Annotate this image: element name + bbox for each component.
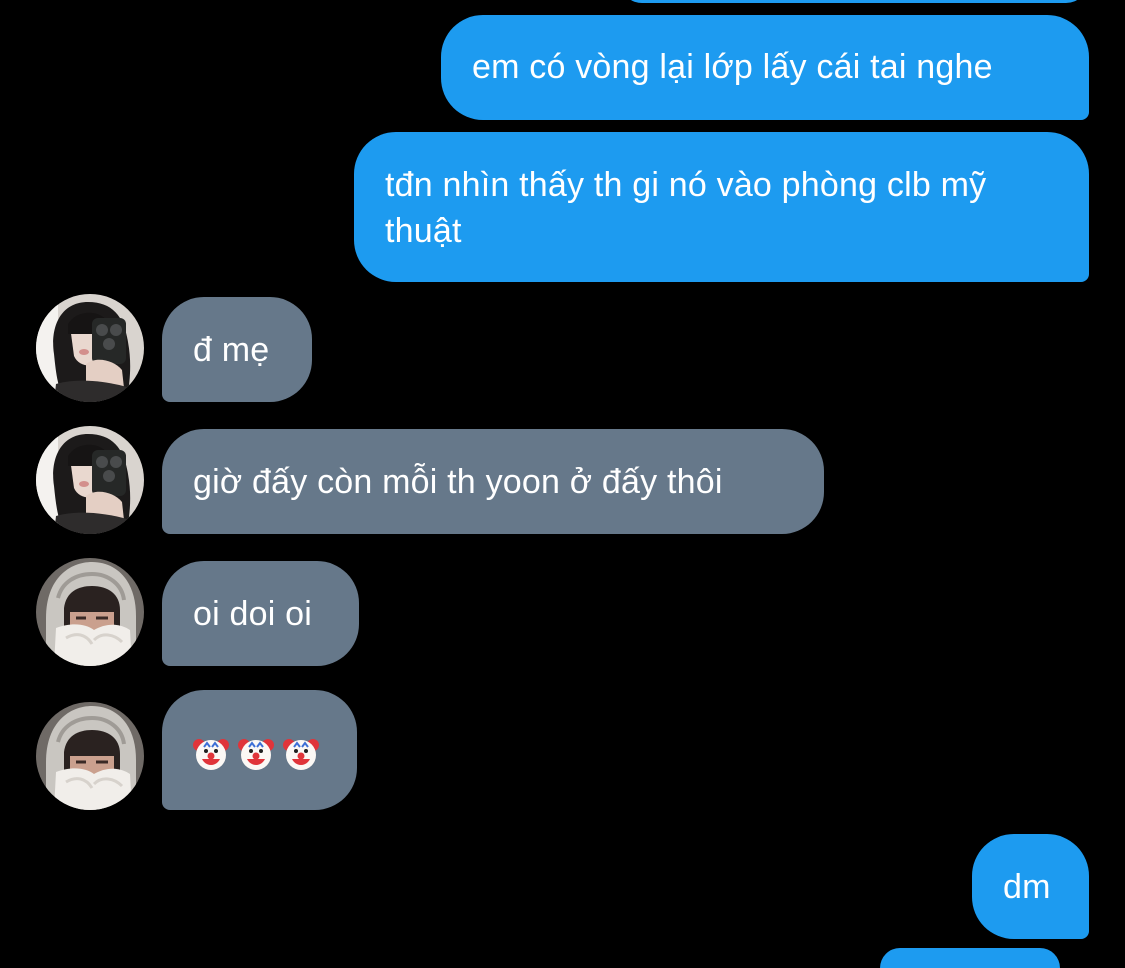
message-bubble-partial-bottom[interactable] <box>880 948 1060 968</box>
clown-face-icon <box>192 734 230 772</box>
avatar-girl-mirror-selfie[interactable] <box>36 426 144 534</box>
message-text: oi doi oi <box>193 595 312 633</box>
message-text: giờ đấy còn mỗi th yoon ở đấy thôi <box>193 463 723 501</box>
message-text: tđn nhìn thấy th gi nó vào phòng clb mỹ … <box>385 166 987 250</box>
message-bubble-incoming[interactable]: đ mẹ <box>162 297 312 402</box>
clown-face-icon <box>237 734 275 772</box>
message-bubble-incoming[interactable]: oi doi oi <box>162 561 359 666</box>
message-text: dm <box>1003 868 1051 906</box>
message-bubble-incoming[interactable]: giờ đấy còn mỗi th yoon ở đấy thôi <box>162 429 824 534</box>
message-bubble-outgoing[interactable]: tđn nhìn thấy th gi nó vào phòng clb mỹ … <box>354 132 1089 282</box>
avatar-boy-image <box>36 702 144 810</box>
avatar-boy-image <box>36 558 144 666</box>
message-bubble-outgoing[interactable]: dm <box>972 834 1089 939</box>
avatar-girl-mirror-selfie[interactable] <box>36 294 144 402</box>
avatar-girl-image <box>36 426 144 534</box>
clown-face-icon <box>282 734 320 772</box>
message-bubble-incoming-emoji[interactable] <box>162 690 357 810</box>
avatar-hooded-boy[interactable] <box>36 702 144 810</box>
message-bubble-partial-top[interactable] <box>620 0 1088 3</box>
avatar-girl-image <box>36 294 144 402</box>
avatar-hooded-boy[interactable] <box>36 558 144 666</box>
message-bubble-outgoing[interactable]: em có vòng lại lớp lấy cái tai nghe <box>441 15 1089 120</box>
message-text: em có vòng lại lớp lấy cái tai nghe <box>472 48 993 86</box>
message-text: đ mẹ <box>193 331 270 369</box>
